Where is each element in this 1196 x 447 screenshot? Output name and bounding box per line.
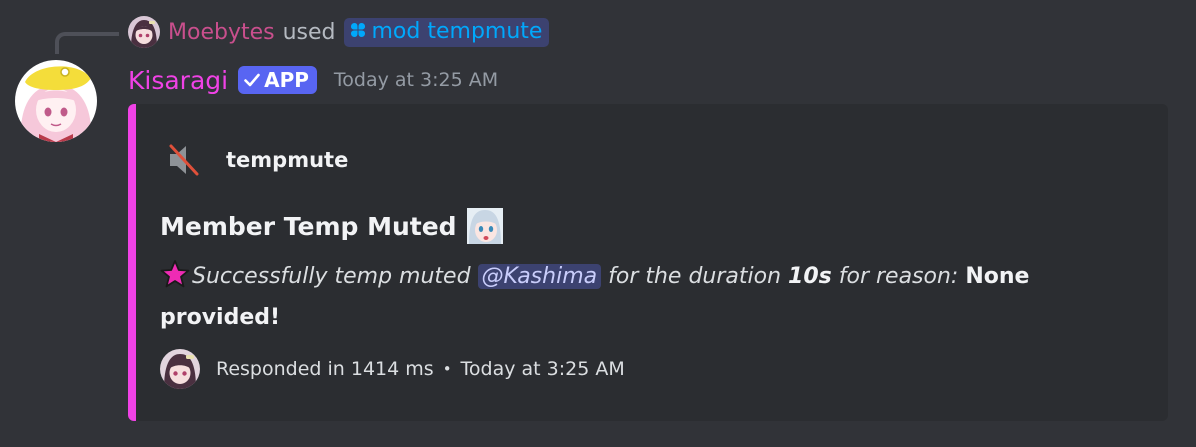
app-badge: APP <box>238 66 317 94</box>
author-avatar[interactable] <box>15 60 97 142</box>
anime-girl-emoji <box>466 208 503 244</box>
interaction-username[interactable]: Moebytes <box>168 20 275 45</box>
verified-check-icon <box>244 68 260 92</box>
app-badge-label: APP <box>264 68 309 92</box>
footer-timestamp: Today at 3:25 AM <box>460 358 625 380</box>
interaction-connector-line <box>55 32 119 54</box>
slash-command-icon <box>350 19 366 44</box>
slash-command-name: mod tempmute <box>371 18 543 44</box>
interaction-bar: Moebytes used mod tempmute <box>128 14 550 50</box>
slash-command-chip[interactable]: mod tempmute <box>343 17 550 47</box>
footer-text: Responded in 1414 ms <box>216 358 434 380</box>
embed-author-name: tempmute <box>226 148 349 172</box>
embed-footer: Responded in 1414 ms • Today at 3:25 AM <box>160 349 625 389</box>
interaction-used-label: used <box>282 19 336 45</box>
chat-message: Moebytes used mod tempmute Kisaragi APP … <box>0 0 1196 447</box>
embed-desc-text-2: for the duration <box>608 264 782 289</box>
embed-desc-text-1: Successfully temp muted <box>192 264 471 289</box>
message-timestamp[interactable]: Today at 3:25 AM <box>334 69 498 91</box>
embed-description: Successfully temp muted @Kashima for the… <box>160 259 1150 335</box>
embed-title: Member Temp Muted <box>160 206 503 246</box>
embed-title-text: Member Temp Muted <box>160 211 457 241</box>
embed-accent-bar <box>128 104 136 421</box>
author-username[interactable]: Kisaragi <box>128 66 228 95</box>
user-mention[interactable]: @Kashima <box>477 264 602 289</box>
interaction-user-avatar[interactable] <box>128 16 160 48</box>
muted-speaker-icon <box>164 140 204 180</box>
star-icon <box>160 259 190 300</box>
message-header: Kisaragi APP Today at 3:25 AM <box>128 62 498 98</box>
embed-author: tempmute <box>164 140 348 180</box>
embed: tempmute Member Temp Muted Successfully … <box>128 104 1168 421</box>
footer-separator: • <box>442 360 452 378</box>
footer-avatar <box>160 349 200 389</box>
embed-desc-duration: 10s <box>788 264 832 289</box>
embed-desc-text-3: for reason: <box>838 264 959 289</box>
